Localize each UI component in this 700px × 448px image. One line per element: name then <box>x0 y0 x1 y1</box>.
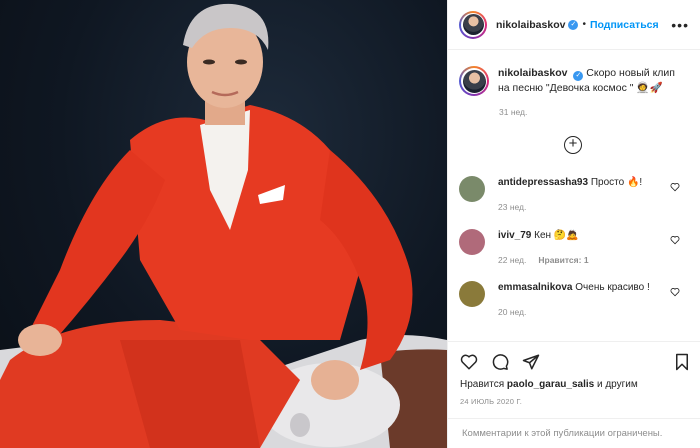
verified-badge-icon: ✓ <box>573 71 584 81</box>
caption-time[interactable]: 31 нед. <box>499 107 527 117</box>
post-caption: nikolaibaskov ✓ Скоро новый клип на песн… <box>459 66 689 96</box>
comment-text: Очень красиво ! <box>575 282 650 293</box>
caption-text-block: nikolaibaskov ✓ Скоро новый клип на песн… <box>498 66 689 96</box>
like-comment-heart-icon[interactable] <box>670 235 680 245</box>
action-icons <box>460 353 540 371</box>
comment-item: emmasalnikova Очень красиво ! 20 нед. <box>459 281 694 319</box>
comment-username[interactable]: emmasalnikova <box>498 282 573 293</box>
comment-item: antidepressasha93 Просто 🔥! 23 нед. <box>459 176 694 214</box>
caption-avatar[interactable] <box>459 66 489 96</box>
post-date[interactable]: 24 ИЮЛЬ 2020 Г. <box>460 397 522 406</box>
caption-username[interactable]: nikolaibaskov <box>498 67 567 79</box>
like-comment-heart-icon[interactable] <box>670 287 680 297</box>
post-side-panel: nikolaibaskov ✓ • Подписаться ••• nikola… <box>447 0 700 448</box>
comment-likes[interactable]: Нравится: 1 <box>538 255 588 265</box>
follow-button[interactable]: Подписаться <box>590 19 659 31</box>
save-bookmark-button[interactable] <box>674 353 690 371</box>
liked-by-user[interactable]: paolo_garau_salis <box>507 379 594 390</box>
photo-illustration <box>0 3 447 448</box>
comment-body: antidepressasha93 Просто 🔥! 23 нед. <box>498 176 642 214</box>
author-username[interactable]: nikolaibaskov <box>496 19 565 31</box>
load-more-comments-icon[interactable]: + <box>564 136 582 154</box>
comment-body: emmasalnikova Очень красиво ! 20 нед. <box>498 281 650 319</box>
comment-text: Кен 🤔🙇 <box>534 230 579 241</box>
comments-limited-notice: Комментарии к этой публикации ограничены… <box>448 418 700 448</box>
share-paper-plane-icon[interactable] <box>522 353 540 371</box>
liked-by-suffix[interactable]: и другим <box>597 379 638 390</box>
more-options-icon[interactable]: ••• <box>671 17 689 33</box>
liked-by-prefix: Нравится <box>460 379 505 390</box>
comment-text: Просто 🔥! <box>590 177 643 188</box>
comment-time[interactable]: 23 нед. <box>498 202 526 212</box>
comment-item: iviv_79 Кен 🤔🙇 22 нед. Нравится: 1 <box>459 229 694 267</box>
post-header: nikolaibaskov ✓ • Подписаться ••• <box>448 0 700 50</box>
comment-time[interactable]: 22 нед. <box>498 255 526 265</box>
author-avatar[interactable] <box>459 10 487 39</box>
like-comment-heart-icon[interactable] <box>670 182 680 192</box>
liked-by-line: Нравится paolo_garau_salis и другим <box>460 379 638 390</box>
verified-badge-icon: ✓ <box>568 19 579 30</box>
post-actions: Нравится paolo_garau_salis и другим 24 И… <box>448 341 700 448</box>
comment-time[interactable]: 20 нед. <box>498 307 526 317</box>
comment-body: iviv_79 Кен 🤔🙇 22 нед. Нравится: 1 <box>498 229 601 267</box>
comment-bubble-icon[interactable] <box>491 353 509 371</box>
comment-avatar[interactable] <box>459 176 485 202</box>
comments-list[interactable]: nikolaibaskov ✓ Скоро новый клип на песн… <box>448 51 700 341</box>
like-heart-icon[interactable] <box>460 353 478 371</box>
separator-dot: • <box>582 19 586 30</box>
comment-avatar[interactable] <box>459 281 485 307</box>
post-photo[interactable] <box>0 0 447 448</box>
comment-avatar[interactable] <box>459 229 485 255</box>
comment-username[interactable]: iviv_79 <box>498 230 531 241</box>
bookmark-icon <box>676 353 688 371</box>
comment-username[interactable]: antidepressasha93 <box>498 177 588 188</box>
